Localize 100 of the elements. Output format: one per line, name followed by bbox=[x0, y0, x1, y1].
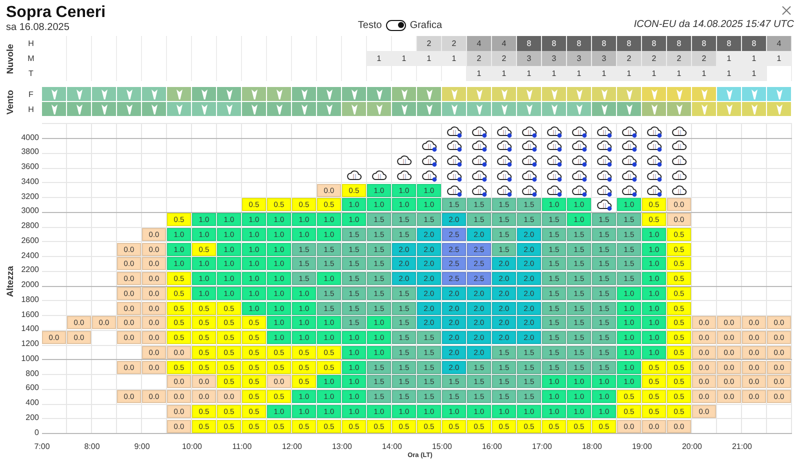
cloud-cover-value: 1 bbox=[767, 51, 791, 66]
cloud-cover-value: 1 bbox=[617, 66, 641, 82]
cloud-drop-icon bbox=[620, 139, 638, 152]
cloud-icon bbox=[670, 139, 688, 152]
cloud-cover-value: 1 bbox=[742, 51, 766, 66]
cloud-cover-value: 2 bbox=[692, 51, 716, 66]
altitude-label: 1800 bbox=[21, 296, 39, 304]
cloud-cover-value: 1 bbox=[692, 66, 716, 82]
cloud-drop-icon bbox=[620, 124, 638, 138]
cloud-cover-value: 1 bbox=[717, 66, 741, 82]
cloud-drop-icon bbox=[646, 184, 662, 197]
cloud-drop-icon bbox=[446, 124, 462, 138]
page-title: Sopra Ceneri bbox=[6, 4, 107, 22]
cloud-cover-value: 1 bbox=[742, 66, 766, 82]
altitude-label: 2200 bbox=[21, 266, 39, 274]
time-label: 21:00 bbox=[732, 442, 752, 452]
cloud-drop-icon bbox=[446, 184, 462, 197]
cloud-cover-value: 8 bbox=[667, 36, 691, 52]
cloud-cover-value: 4 bbox=[767, 36, 791, 52]
cloud-icon bbox=[396, 154, 412, 168]
cloud-drop-icon bbox=[570, 154, 588, 168]
cloud-drop-icon bbox=[520, 184, 538, 197]
altitude-label: 200 bbox=[26, 414, 39, 422]
altitude-label: 2000 bbox=[21, 281, 39, 290]
cloud-drop-icon bbox=[546, 124, 562, 138]
row-label: M bbox=[28, 52, 34, 65]
section-label: Altezza bbox=[6, 266, 14, 298]
time-label: 16:00 bbox=[482, 442, 502, 452]
cloud-drop-icon bbox=[596, 154, 612, 168]
cloud-cover-value: 3 bbox=[542, 51, 566, 66]
cloud-cover-value: 1 bbox=[367, 51, 391, 66]
toggle-label: Testo bbox=[358, 18, 382, 33]
section-label: Nuvole bbox=[6, 44, 14, 74]
altitude-label: 2800 bbox=[21, 222, 39, 230]
time-label: 7:00 bbox=[34, 442, 50, 452]
cloud-drop-icon bbox=[620, 168, 638, 182]
cloud-cover-value: 2 bbox=[492, 51, 516, 66]
cloud-drop-icon bbox=[446, 139, 462, 152]
cloud-drop-icon bbox=[570, 139, 588, 152]
cloud-icon bbox=[670, 154, 688, 168]
cloud-drop-icon bbox=[546, 154, 562, 168]
cloud-drop-icon bbox=[570, 124, 588, 138]
time-label: 8:00 bbox=[84, 442, 100, 452]
view-toggle[interactable] bbox=[386, 20, 406, 31]
cloud-cover-value: 2 bbox=[617, 51, 641, 66]
altitude-label: 4000 bbox=[21, 134, 39, 142]
cloud-drop-icon bbox=[596, 124, 612, 138]
close-button[interactable] bbox=[779, 3, 794, 18]
cloud-cover-value: 1 bbox=[667, 66, 691, 82]
cloud-drop-icon bbox=[620, 184, 638, 197]
cloud-drop-icon bbox=[470, 139, 488, 152]
cloud-cover-value: 2 bbox=[667, 51, 691, 66]
cloud-drop-icon bbox=[496, 184, 512, 197]
time-label: 15:00 bbox=[432, 442, 452, 452]
cloud-drop-icon bbox=[496, 168, 512, 182]
time-label: 18:00 bbox=[582, 442, 602, 452]
cloud-drop-icon bbox=[470, 184, 488, 197]
time-label: 12:00 bbox=[282, 442, 302, 452]
cloud-cover-value: 1 bbox=[442, 51, 466, 66]
cloud-cover-value: 8 bbox=[567, 36, 591, 52]
row-label: H bbox=[28, 104, 34, 116]
altitude-label: 3200 bbox=[21, 192, 39, 201]
cloud-cover-value: 2 bbox=[467, 51, 491, 66]
cloud-cover-value: 3 bbox=[592, 51, 616, 66]
cloud-drop-icon bbox=[520, 154, 538, 168]
cloud-drop-icon bbox=[420, 154, 438, 168]
cloud-cover-value: 8 bbox=[717, 36, 741, 52]
row-label: H bbox=[28, 38, 34, 50]
cloud-drop-icon bbox=[596, 198, 612, 212]
cloud-drop-icon bbox=[646, 139, 662, 152]
cloud-cover-value: 8 bbox=[617, 36, 641, 52]
cloud-drop-icon bbox=[596, 168, 612, 182]
cloud-icon bbox=[670, 184, 688, 197]
cloud-drop-icon bbox=[470, 168, 488, 182]
cloud-cover-value: 1 bbox=[592, 66, 616, 82]
altitude-label: 3800 bbox=[21, 148, 39, 156]
cloud-icon bbox=[370, 168, 388, 182]
cloud-drop-icon bbox=[646, 168, 662, 182]
cloud-cover-value: 4 bbox=[467, 36, 491, 52]
cloud-drop-icon bbox=[646, 154, 662, 168]
altitude-label: 3000 bbox=[21, 207, 39, 216]
cloud-drop-icon bbox=[420, 168, 438, 182]
cloud-drop-icon bbox=[470, 154, 488, 168]
cloud-drop-icon bbox=[596, 184, 612, 197]
time-label: 14:00 bbox=[382, 442, 402, 452]
cloud-cover-value: 2 bbox=[642, 51, 666, 66]
cloud-cover-value: 1 bbox=[542, 66, 566, 82]
time-label: 17:00 bbox=[532, 442, 552, 452]
time-label: 11:00 bbox=[232, 442, 252, 452]
cloud-cover-value: 8 bbox=[692, 36, 716, 52]
cloud-icon bbox=[396, 168, 412, 182]
cloud-icon bbox=[670, 168, 688, 182]
cloud-cover-value: 1 bbox=[417, 51, 441, 66]
cloud-icon bbox=[670, 124, 688, 138]
altitude-label: 3600 bbox=[21, 163, 39, 172]
row-label: T bbox=[28, 68, 34, 80]
cloud-drop-icon bbox=[496, 139, 512, 152]
cloud-drop-icon bbox=[646, 124, 662, 138]
cloud-drop-icon bbox=[446, 168, 462, 182]
forecast-date: sa 16.08.2025 bbox=[6, 22, 70, 34]
